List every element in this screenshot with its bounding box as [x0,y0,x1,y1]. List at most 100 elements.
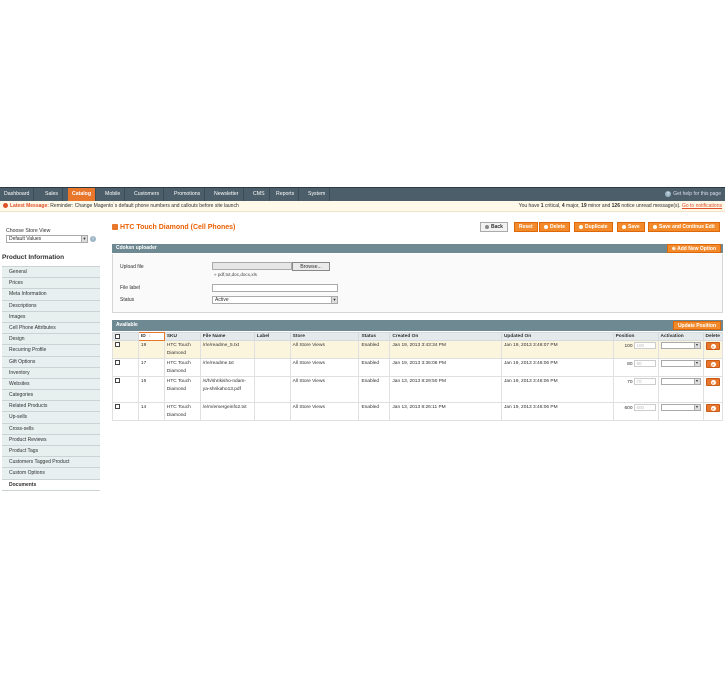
file-input[interactable] [212,262,292,270]
cell-status: Enabled [358,358,391,377]
help-link[interactable]: ? Get help for this page [665,188,721,201]
column-position[interactable]: Position [612,332,659,341]
delete-row-button[interactable]: × [705,360,720,368]
go-to-notifications-link[interactable]: Go to notifications [682,203,722,209]
nav-newsletter[interactable]: Newsletter [210,188,244,201]
cell-updated-on: Jan 19, 2013 3:46:06 PM [500,358,614,377]
nav-promotions[interactable]: Promotions [170,188,206,201]
store-view-label: Choose Store View [6,228,51,234]
delete-row-button[interactable]: × [705,404,720,412]
delete-row-button[interactable]: × [705,342,720,350]
activation-select[interactable]: ▼ [660,342,701,349]
activation-select[interactable]: ▼ [660,404,701,411]
delete-row-button[interactable]: × [705,378,720,386]
update-position-button[interactable]: Update Position [672,321,721,330]
browse-button[interactable]: Browse... [292,262,330,271]
cell-label [253,358,291,377]
tab-product-reviews[interactable]: Product Reviews [2,434,100,446]
tab-custom-options[interactable]: Custom Options [2,468,100,480]
delete-button[interactable]: Delete [539,222,571,232]
row-checkbox[interactable] [115,360,120,366]
column-activation[interactable]: Activation [657,332,704,341]
sidebar-title: Product Information [2,254,65,261]
notification-summary: You have 1 critical, 4 major, 19 minor a… [518,203,722,209]
cell-updated-on: Jan 19, 2013 3:46:06 PM [500,376,614,403]
tab-up-sells[interactable]: Up-sells [2,412,100,424]
tab-inventory[interactable]: Inventory [2,367,100,379]
close-icon: × [710,406,716,411]
nav-customers[interactable]: Customers [130,188,165,201]
activation-select[interactable]: ▼ [660,360,701,367]
nav-system[interactable]: System [304,188,331,201]
chevron-down-icon: ▼ [81,236,87,242]
table-row[interactable]: 17 HTC Touch Diamond /r/e/readme.txt All… [112,358,724,377]
help-icon[interactable]: ? [90,236,96,242]
tab-product-tags[interactable]: Product Tags [2,446,100,458]
product-icon [112,224,118,231]
file-label-input[interactable] [212,284,338,292]
tab-customers-tagged-product[interactable]: Customers Tagged Product [2,457,100,469]
tab-cross-sells[interactable]: Cross-sells [2,423,100,435]
nav-cms[interactable]: CMS [249,188,270,201]
position-input[interactable]: 80 [633,360,656,367]
tab-cell-phone-attributes[interactable]: Cell Phone Attributes [2,322,100,335]
column-updated-on[interactable]: Updated On [500,332,614,341]
nav-catalog[interactable]: Catalog [68,188,97,201]
table-row[interactable]: 19 HTC Touch Diamond /r/e/readme_5.txt A… [112,340,724,359]
add-new-option-button[interactable]: ⊕ Add New Option [666,244,721,253]
column-id[interactable]: ID ↓ [137,332,165,341]
column-sku[interactable]: SKU [163,332,201,341]
cell-store: All Store Views [289,340,360,359]
nav-reports[interactable]: Reports [272,188,300,201]
tab-websites[interactable]: Websites [2,378,100,391]
close-icon: × [710,362,716,367]
reset-button[interactable]: Reset [514,222,538,232]
tab-recurring-profile[interactable]: Recurring Profile [2,345,100,357]
row-checkbox[interactable] [115,404,120,410]
column-created-on[interactable]: Created On [389,332,502,341]
column-status[interactable]: Status [358,332,391,341]
sort-arrow-icon: ↓ [148,334,152,339]
nav-mobile[interactable]: Mobile [101,188,126,201]
cell-status: Enabled [358,376,391,403]
tab-prices[interactable]: Prices [2,278,100,290]
save-button[interactable]: Save [617,222,645,232]
tab-documents[interactable]: Documents [2,479,100,491]
save-and-continue-button[interactable]: Save and Continue Edit [648,222,720,232]
table-row[interactable]: 14 HTC Touch Diamond /e/m/emergeinfo2.tx… [112,402,724,421]
tab-categories[interactable]: Categories [2,390,100,402]
cell-sku: HTC Touch Diamond [163,358,201,377]
column-file-name[interactable]: File Name [199,332,255,341]
cell-sku: HTC Touch Diamond [163,376,201,403]
table-row[interactable]: 15 HTC Touch Diamond /s/h/shrikisho-ndam… [112,376,724,403]
status-select[interactable]: Active ▼ [212,296,338,304]
position-input[interactable]: 100 [633,342,656,349]
nav-sales[interactable]: Sales [41,188,63,201]
chevron-down-icon: ▼ [693,405,700,410]
cell-file-name: /r/e/readme_5.txt [199,340,255,359]
tab-related-products[interactable]: Related Products [2,401,100,413]
tab-general[interactable]: General [2,267,100,279]
close-icon: × [710,380,716,385]
position-input[interactable]: 600 [633,404,656,411]
row-checkbox[interactable] [115,378,120,384]
documents-grid: ID ↓ SKU File Name Label Store Status Cre… [112,332,724,421]
tab-design[interactable]: Design [2,334,100,346]
column-store[interactable]: Store [289,332,360,341]
tab-descriptions[interactable]: Descriptions [2,300,100,312]
row-checkbox[interactable] [115,342,120,348]
nav-dashboard[interactable]: Dashboard [0,188,35,201]
column-label[interactable]: Label [253,332,291,341]
store-view-select[interactable]: Default Values ▼ [6,235,88,243]
activation-select[interactable]: ▼ [660,378,701,385]
duplicate-button[interactable]: Duplicate [574,222,613,232]
tab-images[interactable]: Images [2,311,100,323]
select-all-checkbox[interactable] [115,333,120,339]
position-input[interactable]: 70 [633,378,656,385]
tab-gift-options[interactable]: Gift Options [2,356,100,368]
tab-meta-information[interactable]: Meta Information [2,289,100,301]
back-button[interactable]: Back [480,222,508,232]
column-delete[interactable]: Delete [702,332,724,341]
file-label-label: File label [120,285,141,291]
cell-file-name: /r/e/readme.txt [199,358,255,377]
